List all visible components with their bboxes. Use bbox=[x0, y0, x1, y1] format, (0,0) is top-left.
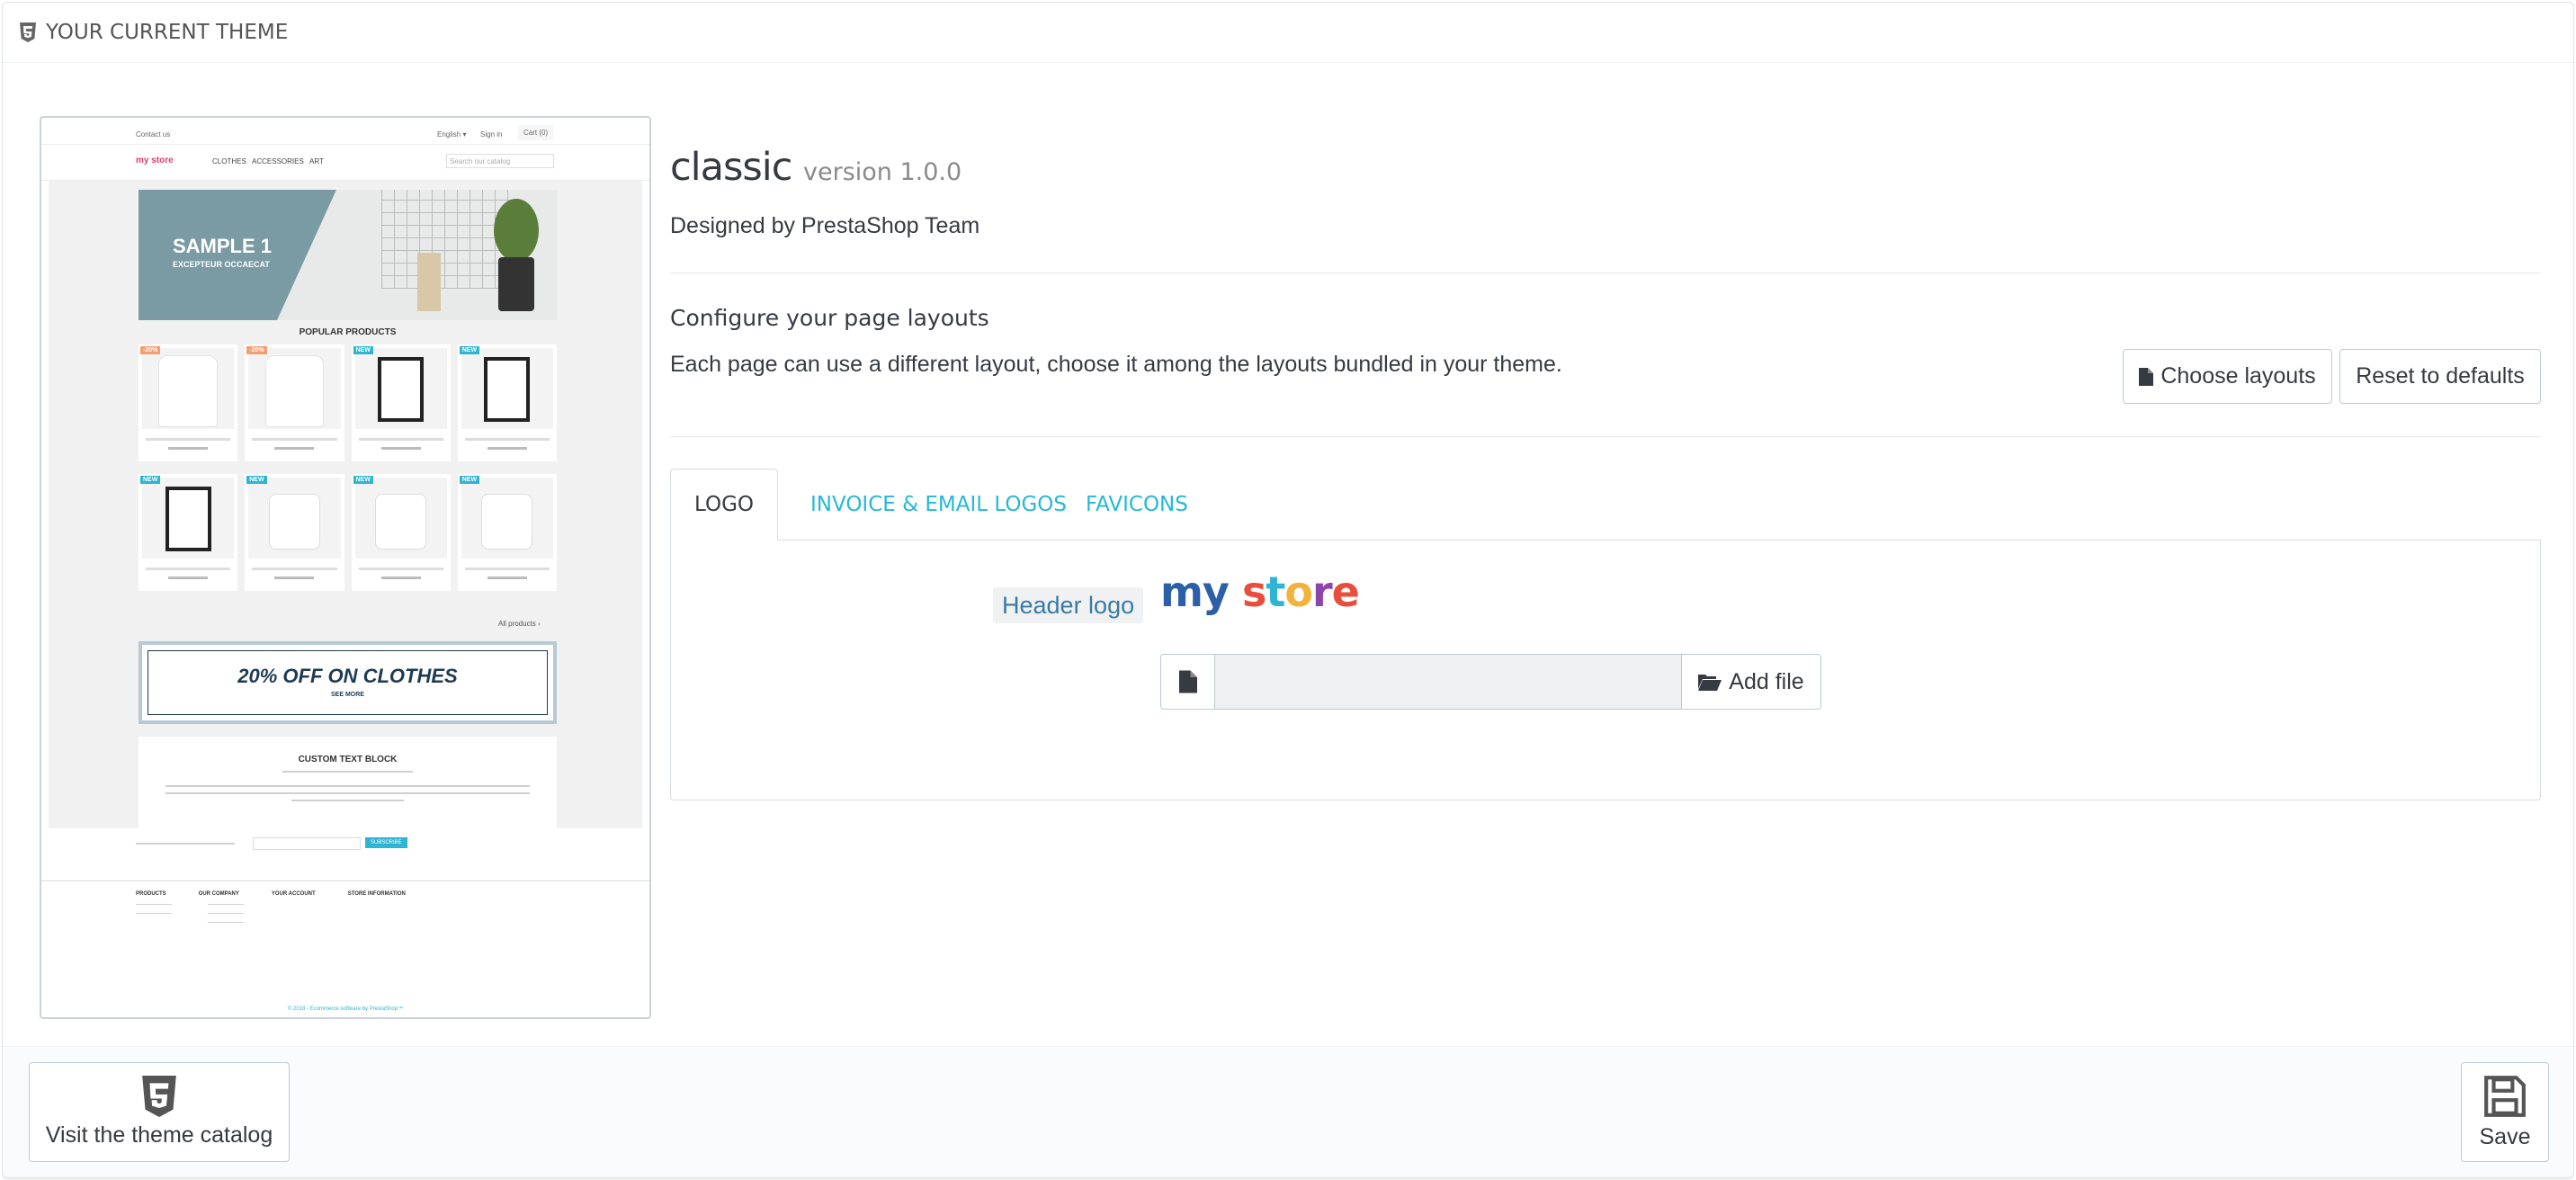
layouts-title: Configure your page layouts bbox=[670, 305, 989, 331]
preview-product-card: NEW bbox=[139, 474, 238, 591]
header-logo-image: my store bbox=[1160, 568, 1360, 616]
preview-banner-sub: SEE MORE bbox=[331, 692, 364, 698]
preview-text-block: CUSTOM TEXT BLOCK bbox=[139, 737, 557, 834]
preview-product-card: -20% bbox=[245, 344, 344, 461]
header-logo-label: Header logo bbox=[993, 587, 1144, 623]
html5-icon bbox=[142, 1076, 176, 1117]
theme-preview-image: Contact us English ▾ Sign in Cart (0) my… bbox=[40, 116, 651, 1019]
preview-footer-col: YOUR ACCOUNT bbox=[271, 891, 316, 897]
preview-body: SAMPLE 1 EXCEPTEUR OCCAECAT POPULAR PROD… bbox=[49, 181, 642, 834]
preview-footer-col: OUR COMPANY bbox=[198, 891, 239, 897]
preview-product-card: NEW bbox=[457, 474, 557, 591]
theme-panel: YOUR CURRENT THEME Contact us English ▾ … bbox=[2, 2, 2574, 1178]
panel-footer: Visit the theme catalog Save bbox=[3, 1046, 2573, 1177]
preview-lang: English ▾ bbox=[437, 130, 467, 139]
theme-name: classic bbox=[670, 145, 792, 190]
preview-section-title: POPULAR PRODUCTS bbox=[299, 327, 397, 337]
preview-contact: Contact us bbox=[136, 130, 171, 139]
choose-layouts-button[interactable]: Choose layouts bbox=[2123, 349, 2332, 404]
preview-product-card: -20% bbox=[139, 344, 238, 461]
tab-favicons[interactable]: FAVICONS bbox=[1086, 469, 1188, 541]
preview-product-card: NEW bbox=[351, 344, 451, 461]
preview-logo: my store bbox=[136, 156, 174, 165]
preview-footer-col: STORE INFORMATION bbox=[347, 891, 406, 897]
panel-heading: YOUR CURRENT THEME bbox=[3, 3, 2573, 63]
save-icon bbox=[2484, 1076, 2526, 1117]
file-icon bbox=[1161, 655, 1215, 709]
theme-version: version 1.0.0 bbox=[803, 158, 962, 186]
preview-signin: Sign in bbox=[480, 130, 503, 139]
preview-products-row-1: -20% -20% NEW NEW bbox=[139, 344, 557, 461]
preview-slider: SAMPLE 1 EXCEPTEUR OCCAECAT bbox=[139, 190, 557, 320]
preview-cart: Cart (0) bbox=[518, 125, 554, 140]
tab-invoice-email-logos[interactable]: INVOICE & EMAIL LOGOS bbox=[810, 469, 1067, 541]
divider bbox=[670, 436, 2541, 437]
preview-menu: CLOTHES ACCESSORIES ART bbox=[212, 157, 324, 165]
reset-label: Reset to defaults bbox=[2356, 363, 2525, 389]
preview-text-title: CUSTOM TEXT BLOCK bbox=[298, 755, 398, 764]
theme-title: classic version 1.0.0 bbox=[670, 145, 962, 190]
tab-favicons-label: FAVICONS bbox=[1086, 493, 1188, 516]
preview-banner-text: 20% OFF ON CLOTHES bbox=[237, 665, 458, 687]
save-label: Save bbox=[2479, 1124, 2531, 1149]
file-icon bbox=[2139, 367, 2154, 386]
preview-product-card: NEW bbox=[351, 474, 451, 591]
preview-slider-sub: EXCEPTEUR OCCAECAT bbox=[173, 260, 270, 269]
preview-product-card: NEW bbox=[245, 474, 344, 591]
preview-products-row-2: NEW NEW NEW NEW bbox=[139, 474, 557, 591]
catalog-label: Visit the theme catalog bbox=[45, 1122, 273, 1148]
theme-author: Designed by PrestaShop Team bbox=[670, 213, 980, 238]
panel-title: YOUR CURRENT THEME bbox=[46, 21, 289, 44]
file-upload[interactable]: Add file bbox=[1160, 654, 1821, 710]
preview-slider-title: SAMPLE 1 bbox=[173, 235, 273, 257]
preview-all-products: All products › bbox=[498, 620, 541, 628]
preview-topbar: Contact us English ▾ Sign in Cart (0) bbox=[41, 118, 649, 145]
preview-promo-banner: 20% OFF ON CLOTHES SEE MORE bbox=[139, 641, 557, 724]
html5-icon bbox=[20, 22, 36, 42]
choose-layouts-label: Choose layouts bbox=[2160, 363, 2316, 389]
preview-product-card: NEW bbox=[457, 344, 557, 461]
tab-invoice-label: INVOICE & EMAIL LOGOS bbox=[810, 493, 1067, 516]
preview-copyright: © 2018 - Ecommerce software by PrestaSho… bbox=[287, 1006, 404, 1012]
logo-tabs: LOGO INVOICE & EMAIL LOGOS FAVICONS bbox=[670, 469, 2541, 541]
add-file-button[interactable]: Add file bbox=[1681, 655, 1820, 709]
preview-footer-col: PRODUCTS bbox=[136, 891, 166, 897]
preview-nav: my store CLOTHES ACCESSORIES ART Search … bbox=[41, 145, 649, 181]
file-name-field[interactable] bbox=[1215, 655, 1681, 709]
preview-footer: SUBSCRIBE PRODUCTS OUR COMPANY YOUR ACCO… bbox=[41, 828, 649, 1017]
preview-subscribe: SUBSCRIBE bbox=[365, 837, 407, 848]
preview-footer-cols: PRODUCTS OUR COMPANY YOUR ACCOUNT STORE … bbox=[136, 891, 406, 897]
add-file-label: Add file bbox=[1729, 668, 1804, 694]
tab-logo[interactable]: LOGO bbox=[670, 469, 778, 541]
save-button[interactable]: Save bbox=[2461, 1062, 2549, 1162]
reset-to-defaults-button[interactable]: Reset to defaults bbox=[2339, 349, 2541, 404]
preview-search: Search our catalog bbox=[446, 154, 554, 168]
tab-logo-label: LOGO bbox=[693, 493, 755, 516]
layouts-description: Each page can use a different layout, ch… bbox=[670, 352, 1562, 377]
folder-open-icon bbox=[1698, 675, 1722, 691]
visit-theme-catalog-button[interactable]: Visit the theme catalog bbox=[29, 1062, 290, 1162]
